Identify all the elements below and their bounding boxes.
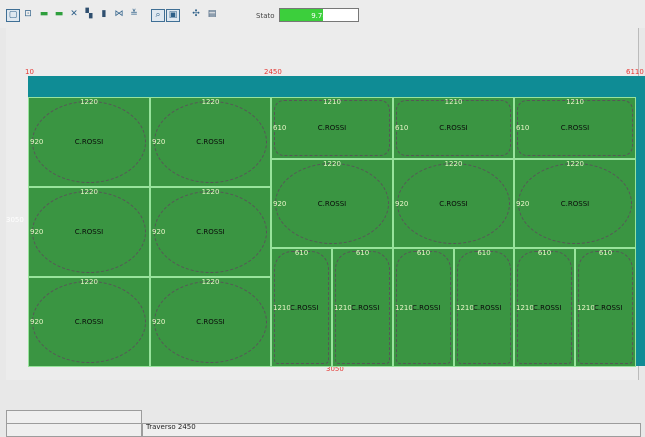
piece-top-measure: 1220 (201, 188, 220, 196)
piece-rounded-rect[interactable]: 1210 610 C.ROSSI (393, 97, 514, 159)
stato-progress-bar: 9.78 (279, 8, 359, 22)
piece-name: C.ROSSI (560, 199, 590, 208)
piece-name: C.ROSSI (439, 199, 468, 208)
zoom-icon[interactable]: ⌕ (151, 9, 165, 22)
piece-name: C.ROSSI (560, 124, 590, 132)
piece-name: C.ROSSI (533, 303, 562, 312)
layers-icon[interactable]: ▤ (206, 9, 218, 20)
piece-name: C.ROSSI (290, 303, 319, 312)
align-icon[interactable]: ▮ (98, 9, 110, 20)
piece-rounded-rect[interactable]: 1210 610 C.ROSSI (514, 97, 636, 159)
ruler-right-label: 6110 (626, 68, 644, 76)
status-traverso: Traverso 2450 (146, 423, 196, 431)
piece-left-measure: 1210 (516, 303, 534, 312)
piece-top-measure: 610 (477, 249, 491, 257)
vertical-distribute-icon[interactable]: ≚ (128, 9, 140, 20)
piece-top-measure: 1220 (444, 160, 463, 168)
move-icon[interactable]: ▬ (38, 9, 50, 20)
piece-top-measure: 1220 (80, 98, 98, 106)
piece-top-measure: 1210 (566, 98, 584, 106)
status-panel-left-top (6, 410, 142, 424)
rotate-icon[interactable]: ▚ (83, 9, 95, 20)
copy-icon[interactable]: ▬ (53, 9, 65, 20)
piece-left-measure: 1210 (577, 303, 595, 312)
piece-large-oval[interactable]: 1220 920 C.ROSSI (514, 159, 636, 248)
toolbar: ▢ ⊡ ▬ ▬ ✕ ▚ ▮ ⋈ ≚ ⌕ ▣ ✣ ▤ Stato 9.78 (0, 0, 645, 28)
piece-tall-rounded[interactable]: 610 1210 C.ROSSI (393, 248, 454, 367)
piece-top-measure: 1220 (80, 278, 98, 286)
piece-large-oval[interactable]: 1220 920 C.ROSSI (28, 277, 150, 367)
piece-name: C.ROSSI (439, 124, 468, 132)
piece-name: C.ROSSI (196, 138, 225, 146)
piece-large-oval[interactable]: 1220 920 C.ROSSI (150, 187, 271, 277)
piece-left-measure: 1210 (273, 303, 291, 312)
piece-top-measure: 610 (416, 249, 431, 257)
piece-tall-rounded[interactable]: 610 1210 C.ROSSI (454, 248, 514, 367)
piece-top-measure: 610 (294, 249, 309, 257)
delete-icon[interactable]: ✕ (68, 9, 80, 20)
piece-name: C.ROSSI (74, 318, 104, 326)
piece-name: C.ROSSI (196, 228, 225, 236)
distribute-icon[interactable]: ⋈ (113, 9, 125, 20)
piece-left-measure: 1210 (334, 303, 352, 312)
piece-name: C.ROSSI (351, 303, 380, 312)
piece-top-measure: 1220 (201, 98, 220, 106)
piece-name: C.ROSSI (473, 303, 502, 312)
select-icon[interactable]: ⊡ (22, 9, 34, 20)
piece-tall-rounded[interactable]: 610 1210 C.ROSSI (271, 248, 332, 367)
piece-left-measure: 1210 (456, 303, 474, 312)
save-icon[interactable]: ▢ (6, 9, 20, 22)
piece-name: C.ROSSI (412, 303, 441, 312)
ruler-left-label: 10 (25, 68, 34, 76)
piece-top-measure: 1220 (566, 160, 584, 168)
status-area (0, 380, 645, 437)
piece-tall-rounded[interactable]: 610 1210 C.ROSSI (514, 248, 575, 367)
piece-name: C.ROSSI (74, 138, 104, 146)
left-dimension-label: 3050 (6, 216, 24, 224)
piece-name: C.ROSSI (74, 228, 104, 236)
piece-left-measure: 1210 (395, 303, 413, 312)
piece-large-oval[interactable]: 1220 920 C.ROSSI (271, 159, 393, 248)
teal-strip (28, 76, 638, 97)
piece-top-measure: 1220 (80, 188, 98, 196)
piece-top-measure: 1220 (201, 278, 220, 286)
piece-large-oval[interactable]: 1220 920 C.ROSSI (28, 97, 150, 187)
right-rail (635, 76, 645, 366)
piece-rounded-rect[interactable]: 1210 610 C.ROSSI (271, 97, 393, 159)
piece-top-measure: 1210 (323, 98, 341, 106)
ruler-middle-label: 2450 (264, 68, 282, 76)
settings-icon[interactable]: ✣ (190, 9, 202, 20)
piece-name: C.ROSSI (594, 303, 623, 312)
piece-top-measure: 1210 (444, 98, 463, 106)
piece-large-oval[interactable]: 1220 920 C.ROSSI (150, 277, 271, 367)
piece-name: C.ROSSI (317, 199, 347, 208)
piece-large-oval[interactable]: 1220 920 C.ROSSI (150, 97, 271, 187)
piece-top-measure: 610 (537, 249, 552, 257)
piece-top-measure: 1220 (323, 160, 341, 168)
piece-name: C.ROSSI (317, 124, 347, 132)
stato-value: 9.78 (311, 12, 327, 20)
grid-icon[interactable]: ▣ (166, 9, 180, 22)
piece-tall-rounded[interactable]: 610 1210 C.ROSSI (575, 248, 636, 367)
piece-tall-rounded[interactable]: 610 1210 C.ROSSI (332, 248, 393, 367)
piece-large-oval[interactable]: 1220 920 C.ROSSI (393, 159, 514, 248)
piece-top-measure: 610 (598, 249, 613, 257)
piece-name: C.ROSSI (196, 318, 225, 326)
piece-top-measure: 610 (355, 249, 370, 257)
piece-large-oval[interactable]: 1220 920 C.ROSSI (28, 187, 150, 277)
